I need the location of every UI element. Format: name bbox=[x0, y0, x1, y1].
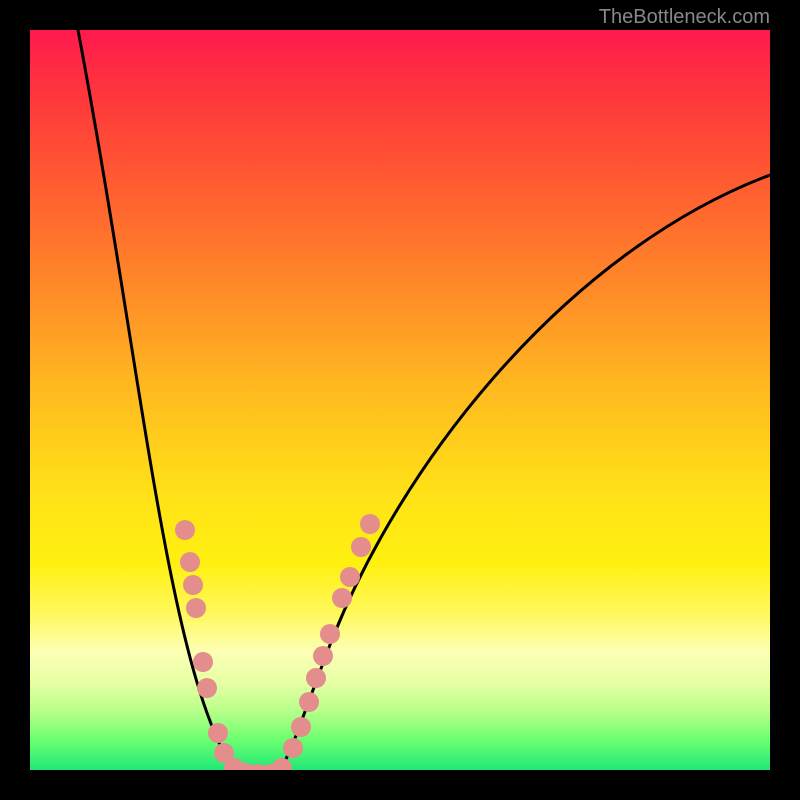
data-point bbox=[193, 652, 213, 672]
data-point bbox=[272, 758, 292, 770]
data-point bbox=[183, 575, 203, 595]
data-point bbox=[351, 537, 371, 557]
data-point bbox=[340, 567, 360, 587]
data-point bbox=[186, 598, 206, 618]
data-point bbox=[306, 668, 326, 688]
curve-path bbox=[78, 30, 770, 770]
data-point bbox=[208, 723, 228, 743]
data-point bbox=[180, 552, 200, 572]
data-point bbox=[332, 588, 352, 608]
data-point bbox=[313, 646, 333, 666]
data-point bbox=[291, 717, 311, 737]
watermark-text: TheBottleneck.com bbox=[599, 6, 770, 29]
data-point bbox=[360, 514, 380, 534]
data-point bbox=[283, 738, 303, 758]
data-point bbox=[299, 692, 319, 712]
data-point bbox=[175, 520, 195, 540]
data-point bbox=[197, 678, 217, 698]
bottleneck-chart bbox=[30, 30, 770, 770]
data-points bbox=[175, 514, 380, 770]
data-point bbox=[320, 624, 340, 644]
